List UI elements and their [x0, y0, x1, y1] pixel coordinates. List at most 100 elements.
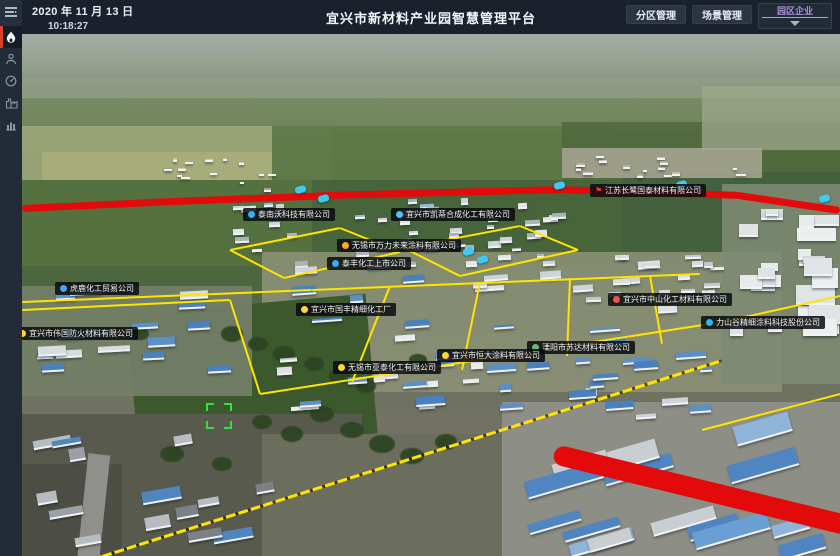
- company-label[interactable]: ⚑江苏长鹭国泰材料有限公司: [590, 184, 706, 197]
- park-enterprise-dropdown[interactable]: 园区企业: [758, 3, 832, 29]
- map-viewport[interactable]: 泰南沃科技有限公司 宜兴市凯蒂合成化工有限公司无锡市万力未来涂料有限公司泰丰化工上…: [22, 34, 840, 556]
- company-label-text: 无锡市亚泰化工有限公司: [348, 361, 436, 374]
- sidebar-item-factory[interactable]: [0, 92, 22, 114]
- company-label-text: 虎鹿化工贸易公司: [70, 282, 134, 295]
- building: [143, 352, 164, 361]
- building: [543, 260, 555, 266]
- building: [416, 395, 446, 407]
- company-label-text: 泰丰化工上市公司: [342, 257, 406, 270]
- building: [408, 199, 417, 205]
- tree-canopy: [248, 337, 268, 351]
- company-label[interactable]: 宜兴市恒大涂料有限公司: [437, 349, 545, 362]
- building: [269, 221, 280, 227]
- company-label[interactable]: 无锡市万力未来涂料有限公司: [337, 239, 461, 252]
- company-label[interactable]: 宜兴市国丰精细化工厂: [296, 303, 396, 316]
- building: [664, 175, 672, 177]
- building: [799, 215, 814, 228]
- building: [181, 177, 189, 180]
- company-marker-icon: [60, 285, 67, 292]
- company-marker-icon: [396, 211, 403, 218]
- tree-canopy: [252, 415, 272, 429]
- building: [704, 283, 721, 289]
- building: [223, 158, 227, 161]
- building: [660, 161, 668, 164]
- hamburger-menu-icon: [4, 6, 18, 21]
- building: [589, 380, 603, 389]
- company-label-text: 宜兴市国丰精细化工厂: [311, 303, 391, 316]
- factory-icon: [5, 97, 18, 109]
- company-label-text: 宜兴市凯蒂合成化工有限公司: [406, 208, 510, 221]
- company-label[interactable]: 泰南沃科技有限公司: [243, 208, 335, 221]
- sidebar-item-person[interactable]: [0, 48, 22, 70]
- selection-bracket: [206, 403, 232, 429]
- building: [797, 228, 836, 242]
- building: [643, 263, 657, 269]
- building: [672, 172, 680, 176]
- building: [692, 261, 703, 267]
- building: [527, 361, 550, 370]
- building: [637, 174, 642, 177]
- company-marker-icon: [342, 242, 349, 249]
- tree-canopy: [212, 457, 232, 471]
- person-icon: [5, 53, 17, 65]
- company-label[interactable]: 宜兴市伟国防火材料有限公司: [22, 327, 138, 340]
- dropdown-divider: [762, 17, 828, 18]
- company-label[interactable]: 宜兴市中山化工材料有限公司: [608, 293, 732, 306]
- building: [643, 170, 648, 172]
- company-label[interactable]: 虎鹿化工贸易公司: [55, 282, 139, 295]
- building: [499, 384, 510, 393]
- header-actions: 分区管理 场景管理 园区企业: [626, 0, 832, 34]
- building: [736, 174, 746, 176]
- company-label-text: 泰南沃科技有限公司: [258, 208, 330, 221]
- building: [164, 167, 171, 170]
- building: [813, 215, 838, 226]
- company-label[interactable]: 宜兴市凯蒂合成化工有限公司: [391, 208, 515, 221]
- flag-icon: ⚑: [595, 187, 602, 195]
- building: [512, 248, 521, 252]
- menu-toggle-button[interactable]: [0, 0, 22, 26]
- terrain-patch: [702, 86, 840, 150]
- building: [586, 297, 602, 303]
- company-marker-icon: [301, 306, 308, 313]
- company-label[interactable]: 泰丰化工上市公司: [327, 257, 411, 270]
- building: [471, 361, 484, 369]
- building: [461, 198, 468, 205]
- building: [409, 231, 418, 235]
- bar-chart-icon: [5, 119, 17, 131]
- building: [599, 160, 608, 163]
- building: [277, 367, 293, 376]
- building: [685, 255, 701, 259]
- building: [733, 168, 738, 170]
- building: [577, 163, 585, 167]
- sidebar-item-gauge[interactable]: [0, 70, 22, 92]
- building: [498, 255, 511, 260]
- building: [259, 173, 264, 176]
- flame-icon: [5, 31, 17, 44]
- company-marker-icon: [613, 296, 620, 303]
- building: [758, 268, 775, 279]
- company-label[interactable]: 力山谷精细涂料科技股份公司: [701, 316, 825, 329]
- building: [235, 237, 250, 243]
- zone-management-button[interactable]: 分区管理: [626, 5, 686, 24]
- building: [636, 413, 656, 420]
- company-label-text: 无锡市万力未来涂料有限公司: [352, 239, 456, 252]
- scene-management-button[interactable]: 场景管理: [692, 5, 752, 24]
- building: [657, 157, 665, 160]
- building: [300, 400, 322, 408]
- building: [739, 224, 758, 237]
- app-root: 2020 年 11 月 13 日 10:18:27 宜兴市新材料产业园智慧管理平…: [0, 0, 840, 556]
- company-label[interactable]: 无锡市亚泰化工有限公司: [333, 361, 441, 374]
- company-label-text: 宜兴市伟国防火材料有限公司: [29, 327, 133, 340]
- company-marker-icon: [706, 319, 713, 326]
- building: [613, 278, 630, 284]
- building: [569, 389, 597, 400]
- building: [173, 158, 177, 162]
- building: [596, 156, 605, 159]
- tree-canopy: [281, 426, 303, 441]
- building: [573, 284, 593, 293]
- building: [518, 202, 527, 209]
- sidebar-item-bar-chart[interactable]: [0, 114, 22, 136]
- building: [268, 174, 276, 177]
- building: [623, 165, 630, 169]
- sidebar-item-flame[interactable]: [0, 26, 22, 48]
